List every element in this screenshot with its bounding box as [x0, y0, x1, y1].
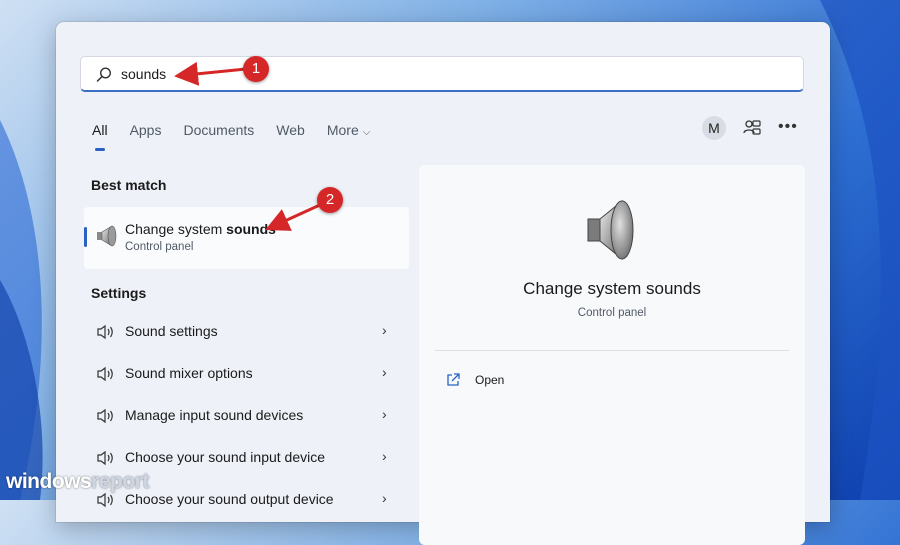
search-icon	[96, 67, 112, 82]
best-match-subtitle: Control panel	[125, 241, 194, 253]
setting-item-sound-mixer[interactable]: Sound mixer options ›	[84, 354, 409, 394]
volume-icon	[97, 450, 113, 466]
chevron-right-icon: ›	[382, 490, 387, 506]
chevron-right-icon: ›	[382, 448, 387, 464]
setting-item-label: Sound settings	[125, 323, 218, 339]
speaker-icon	[97, 225, 117, 247]
setting-item-label: Manage input sound devices	[125, 407, 304, 423]
detail-title: Change system sounds	[523, 279, 701, 298]
ellipsis-icon[interactable]: •••	[778, 118, 798, 136]
callout-badge-2: 2	[317, 187, 343, 213]
detail-subtitle: Control panel	[577, 307, 647, 319]
best-match-heading: Best match	[91, 177, 167, 193]
tab-more[interactable]: More ⌵	[327, 122, 371, 142]
tab-web[interactable]: Web	[276, 122, 305, 142]
watermark-part1: windows	[6, 470, 92, 493]
setting-item-input-devices[interactable]: Manage input sound devices ›	[84, 396, 409, 436]
setting-item-label: Choose your sound input device	[125, 449, 326, 465]
best-match-title-prefix: Change system	[125, 221, 227, 237]
volume-icon	[97, 324, 113, 340]
best-match-title: Change system sounds	[125, 221, 276, 237]
chevron-right-icon: ›	[382, 364, 387, 380]
setting-item-label: Choose your sound output device	[125, 491, 334, 507]
selection-indicator	[84, 227, 87, 247]
best-match-title-bold: sounds	[226, 221, 276, 237]
search-filter-tabs: All Apps Documents Web More ⌵	[92, 122, 392, 151]
tab-more-label: More	[326, 122, 359, 138]
volume-icon	[97, 492, 113, 508]
settings-heading: Settings	[91, 285, 147, 301]
avatar[interactable]: M	[702, 116, 726, 140]
volume-icon	[97, 366, 113, 382]
volume-icon	[97, 408, 113, 424]
account-switch-icon[interactable]	[742, 118, 762, 138]
callout-badge-1: 1	[243, 56, 269, 82]
chevron-down-icon: ⌵	[362, 127, 371, 138]
tab-all[interactable]: All	[92, 122, 108, 151]
search-input[interactable]: sounds	[121, 66, 166, 82]
tab-documents[interactable]: Documents	[183, 122, 254, 142]
open-external-icon	[447, 373, 460, 386]
divider	[435, 350, 789, 351]
chevron-right-icon: ›	[382, 406, 387, 422]
best-match-result[interactable]: Change system sounds Control panel	[84, 207, 409, 269]
result-detail-pane: Change system sounds Control panel Open	[419, 165, 805, 545]
start-search-panel: sounds All Apps Documents Web More ⌵ M ••…	[56, 22, 830, 545]
search-box[interactable]: sounds	[80, 56, 804, 92]
setting-item-label: Sound mixer options	[125, 365, 253, 381]
open-label: Open	[475, 373, 505, 387]
watermark-logo: windowsreport	[6, 470, 149, 494]
watermark-part2: report	[91, 470, 149, 493]
open-action[interactable]: Open	[445, 370, 565, 392]
setting-item-sound-settings[interactable]: Sound settings ›	[84, 312, 409, 352]
chevron-right-icon: ›	[382, 322, 387, 338]
speaker-icon	[587, 199, 634, 261]
tab-apps[interactable]: Apps	[130, 122, 162, 142]
